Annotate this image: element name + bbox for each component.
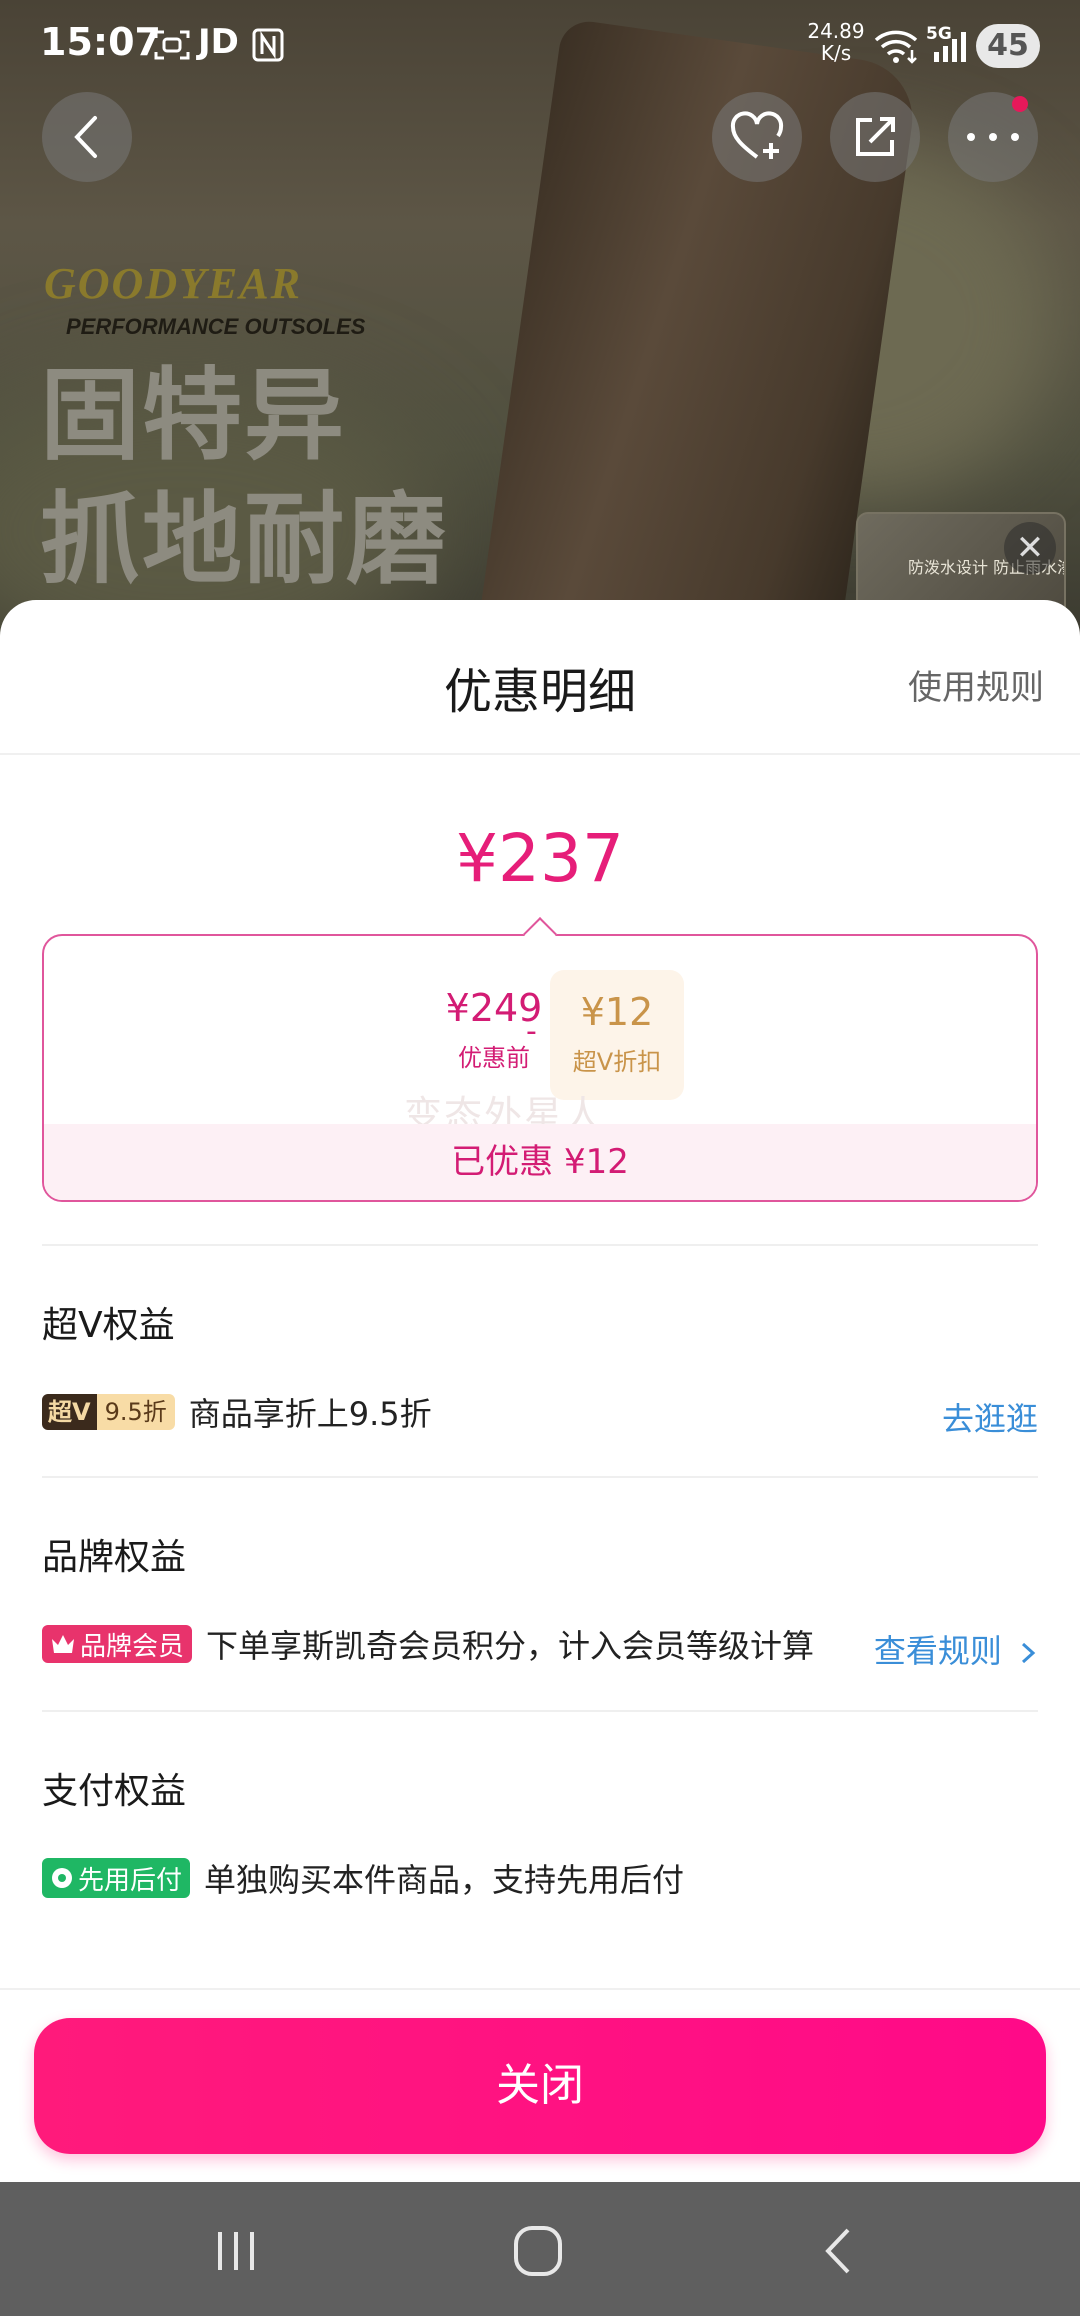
superv-benefit-row: 超V 9.5折 商品享折上9.5折 去逛逛 xyxy=(42,1392,1038,1438)
more-dots-icon xyxy=(967,133,1019,141)
superv-benefits-section: 超V权益 超V 9.5折 商品享折上9.5折 去逛逛 xyxy=(42,1296,1038,1438)
divider xyxy=(0,1988,1080,1990)
heart-plus-icon xyxy=(730,111,784,159)
more-button[interactable] xyxy=(948,92,1038,182)
payment-benefit-text: 单独购买本件商品，支持先用后付 xyxy=(204,1861,685,1899)
brand-logo: GOODYEAR xyxy=(44,259,303,308)
divider xyxy=(42,1710,1038,1712)
flower-icon xyxy=(52,1868,72,1888)
brand-benefit-row: 品牌会员 下单享斯凯奇会员积分，计入会员等级计算 查看规则 xyxy=(42,1624,1038,1670)
brand-section-title: 品牌权益 xyxy=(42,1537,187,1578)
product-image-backdrop: GOODYEAR PERFORMANCE OUTSOLES 固特异 抓地耐磨 防… xyxy=(0,0,1080,640)
close-icon[interactable]: ✕ xyxy=(1004,522,1056,574)
battery-indicator: 45 xyxy=(976,24,1040,68)
signal-icon xyxy=(934,32,966,62)
brand-benefit-text: 下单享斯凯奇会员积分，计入会员等级计算 xyxy=(206,1627,815,1665)
payment-benefit-row: 先用后付 单独购买本件商品，支持先用后付 xyxy=(42,1858,1038,1899)
jd-app-indicator: JD xyxy=(198,22,239,62)
home-icon[interactable] xyxy=(508,2224,568,2278)
divider xyxy=(42,1476,1038,1478)
nfc-icon xyxy=(252,28,284,62)
wifi-icon xyxy=(874,30,918,64)
brand-member-badge: 品牌会员 xyxy=(42,1625,193,1663)
discount-label: 超V折扣 xyxy=(572,1048,662,1076)
chevron-left-icon xyxy=(74,116,97,158)
hero-headline-1: 固特异 xyxy=(40,357,346,474)
payment-benefits-section: 支付权益 先用后付 单独购买本件商品，支持先用后付 xyxy=(42,1762,1038,1899)
recent-apps-icon[interactable] xyxy=(206,2224,266,2278)
status-time: 15:07 xyxy=(40,20,161,64)
system-nav-bar xyxy=(0,2182,1080,2316)
discount-value: ¥12 xyxy=(580,990,654,1034)
hero-headline-2: 抓地耐磨 xyxy=(40,481,448,598)
payment-section-title: 支付权益 xyxy=(42,1771,187,1812)
usage-rules-link[interactable]: 使用规则 xyxy=(908,660,1044,709)
superv-section-title: 超V权益 xyxy=(42,1305,175,1346)
superv-badge: 超V 9.5折 xyxy=(42,1394,175,1430)
brand-tagline: PERFORMANCE OUTSOLES xyxy=(66,314,366,339)
sheet-header: 优惠明细 使用规则 xyxy=(0,600,1080,755)
status-bar: 15:07 JD 24.89 K/s 5G 45 xyxy=(0,0,1080,76)
share-button[interactable] xyxy=(830,92,920,182)
scan-icon xyxy=(154,30,190,60)
crown-icon xyxy=(52,1635,74,1653)
share-icon xyxy=(856,117,895,156)
divider xyxy=(42,1244,1038,1246)
brand-benefits-section: 品牌权益 品牌会员 下单享斯凯奇会员积分，计入会员等级计算 查看规则 xyxy=(42,1528,1038,1670)
chevron-right-icon xyxy=(1021,1642,1036,1664)
view-rules-link[interactable]: 查看规则 xyxy=(874,1626,1038,1672)
close-button[interactable]: 关闭 xyxy=(34,2018,1046,2154)
browse-link[interactable]: 去逛逛 xyxy=(942,1394,1038,1440)
total-saved: 已优惠 ¥12 xyxy=(44,1124,1036,1200)
minus-sign: - xyxy=(526,1014,537,1049)
notification-dot xyxy=(1012,96,1028,112)
final-price: ¥237 xyxy=(456,820,624,897)
pay-later-badge: 先用后付 xyxy=(42,1858,191,1898)
back-button[interactable] xyxy=(42,92,132,182)
favorite-button[interactable] xyxy=(712,92,802,182)
price-breakdown-card: ¥249 优惠前 - ¥12 超V折扣 变态外星人 已优惠 ¥12 xyxy=(42,934,1038,1202)
discount-details-sheet: 优惠明细 使用规则 ¥237 ¥249 优惠前 - ¥12 超V折扣 变态外星人… xyxy=(0,600,1080,2182)
superv-benefit-text: 商品享折上9.5折 xyxy=(188,1395,432,1433)
superv-discount: ¥12 超V折扣 xyxy=(550,970,684,1100)
back-nav-icon[interactable] xyxy=(810,2224,870,2278)
network-speed: 24.89 K/s xyxy=(807,19,865,65)
